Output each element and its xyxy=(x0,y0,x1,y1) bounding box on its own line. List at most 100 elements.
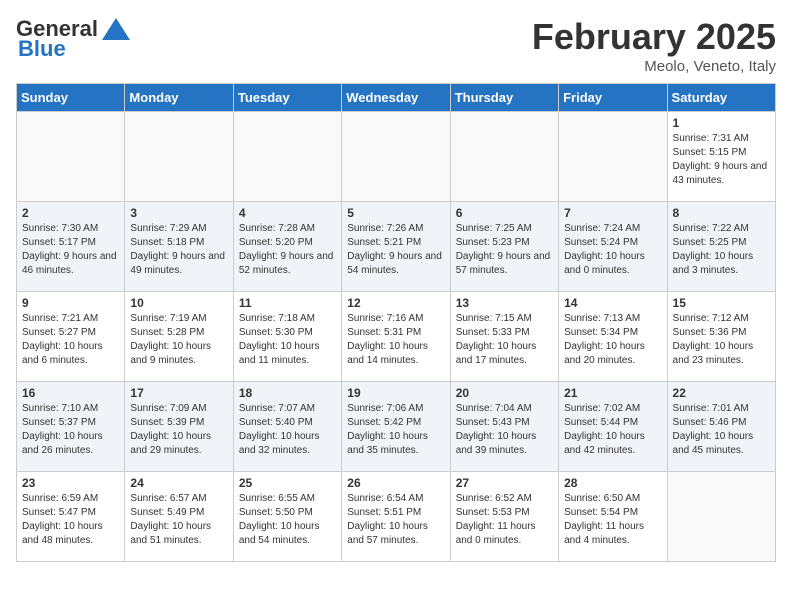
day-info: Sunrise: 7:07 AM Sunset: 5:40 PM Dayligh… xyxy=(239,402,336,458)
day-info: Sunrise: 7:12 AM Sunset: 5:36 PM Dayligh… xyxy=(673,312,770,368)
day-number: 23 xyxy=(22,476,119,490)
day-number: 26 xyxy=(347,476,444,490)
calendar-day-cell: 24 Sunrise: 6:57 AM Sunset: 5:49 PM Dayli… xyxy=(125,472,233,562)
calendar-day-header: Thursday xyxy=(450,84,558,112)
calendar-day-header: Tuesday xyxy=(233,84,341,112)
calendar-week-row: 2 Sunrise: 7:30 AM Sunset: 5:17 PM Daylig… xyxy=(17,202,776,292)
calendar-day-cell: 26 Sunrise: 6:54 AM Sunset: 5:51 PM Dayli… xyxy=(342,472,450,562)
day-number: 2 xyxy=(22,206,119,220)
calendar-day-cell: 8Sunrise: 7:22 AM Sunset: 5:25 PM Daylig… xyxy=(667,202,775,292)
calendar-day-cell xyxy=(233,112,341,202)
day-number: 9 xyxy=(22,296,119,310)
day-info: Sunrise: 7:13 AM Sunset: 5:34 PM Dayligh… xyxy=(564,312,661,368)
calendar-day-cell: 12 Sunrise: 7:16 AM Sunset: 5:31 PM Dayli… xyxy=(342,292,450,382)
day-number: 27 xyxy=(456,476,553,490)
calendar-day-cell xyxy=(667,472,775,562)
day-info: Sunrise: 7:26 AM Sunset: 5:21 PM Dayligh… xyxy=(347,222,444,278)
day-number: 11 xyxy=(239,296,336,310)
day-number: 25 xyxy=(239,476,336,490)
day-info: Sunrise: 7:29 AM Sunset: 5:18 PM Dayligh… xyxy=(130,222,227,278)
calendar-day-cell: 17 Sunrise: 7:09 AM Sunset: 5:39 PM Dayli… xyxy=(125,382,233,472)
day-number: 19 xyxy=(347,386,444,400)
day-info: Sunrise: 7:10 AM Sunset: 5:37 PM Dayligh… xyxy=(22,402,119,458)
calendar-header-row: SundayMondayTuesdayWednesdayThursdayFrid… xyxy=(17,84,776,112)
day-number: 7 xyxy=(564,206,661,220)
day-number: 6 xyxy=(456,206,553,220)
day-number: 13 xyxy=(456,296,553,310)
day-number: 21 xyxy=(564,386,661,400)
calendar-day-cell xyxy=(125,112,233,202)
calendar-day-cell: 7 Sunrise: 7:24 AM Sunset: 5:24 PM Daylig… xyxy=(559,202,667,292)
day-info: Sunrise: 7:24 AM Sunset: 5:24 PM Dayligh… xyxy=(564,222,661,278)
day-number: 16 xyxy=(22,386,119,400)
location: Meolo, Veneto, Italy xyxy=(532,58,776,75)
calendar-day-cell: 1 Sunrise: 7:31 AM Sunset: 5:15 PM Daylig… xyxy=(667,112,775,202)
calendar-day-cell: 28 Sunrise: 6:50 AM Sunset: 5:54 PM Dayli… xyxy=(559,472,667,562)
calendar-day-cell: 13 Sunrise: 7:15 AM Sunset: 5:33 PM Dayli… xyxy=(450,292,558,382)
day-number: 10 xyxy=(130,296,227,310)
day-info: Sunrise: 6:57 AM Sunset: 5:49 PM Dayligh… xyxy=(130,492,227,548)
calendar-day-cell: 25 Sunrise: 6:55 AM Sunset: 5:50 PM Dayli… xyxy=(233,472,341,562)
calendar-day-cell: 27 Sunrise: 6:52 AM Sunset: 5:53 PM Dayli… xyxy=(450,472,558,562)
calendar-week-row: 9 Sunrise: 7:21 AM Sunset: 5:27 PM Daylig… xyxy=(17,292,776,382)
day-info: Sunrise: 6:59 AM Sunset: 5:47 PM Dayligh… xyxy=(22,492,119,548)
calendar-day-cell xyxy=(17,112,125,202)
logo-blue: Blue xyxy=(16,36,66,62)
day-info: Sunrise: 7:19 AM Sunset: 5:28 PM Dayligh… xyxy=(130,312,227,368)
calendar-day-cell: 6Sunrise: 7:25 AM Sunset: 5:23 PM Daylig… xyxy=(450,202,558,292)
calendar-day-cell: 11 Sunrise: 7:18 AM Sunset: 5:30 PM Dayli… xyxy=(233,292,341,382)
month-title: February 2025 xyxy=(532,16,776,58)
day-info: Sunrise: 7:02 AM Sunset: 5:44 PM Dayligh… xyxy=(564,402,661,458)
day-info: Sunrise: 7:09 AM Sunset: 5:39 PM Dayligh… xyxy=(130,402,227,458)
day-number: 28 xyxy=(564,476,661,490)
day-number: 17 xyxy=(130,386,227,400)
day-number: 15 xyxy=(673,296,770,310)
calendar-day-cell xyxy=(450,112,558,202)
day-number: 20 xyxy=(456,386,553,400)
calendar-day-cell: 22 Sunrise: 7:01 AM Sunset: 5:46 PM Dayli… xyxy=(667,382,775,472)
calendar-day-header: Friday xyxy=(559,84,667,112)
calendar-table: SundayMondayTuesdayWednesdayThursdayFrid… xyxy=(16,83,776,562)
day-info: Sunrise: 7:16 AM Sunset: 5:31 PM Dayligh… xyxy=(347,312,444,368)
day-info: Sunrise: 7:15 AM Sunset: 5:33 PM Dayligh… xyxy=(456,312,553,368)
day-info: Sunrise: 7:01 AM Sunset: 5:46 PM Dayligh… xyxy=(673,402,770,458)
day-info: Sunrise: 6:50 AM Sunset: 5:54 PM Dayligh… xyxy=(564,492,661,548)
calendar-day-cell xyxy=(559,112,667,202)
day-number: 24 xyxy=(130,476,227,490)
day-number: 8 xyxy=(673,206,770,220)
day-number: 5 xyxy=(347,206,444,220)
day-info: Sunrise: 7:28 AM Sunset: 5:20 PM Dayligh… xyxy=(239,222,336,278)
calendar-day-cell: 23 Sunrise: 6:59 AM Sunset: 5:47 PM Dayli… xyxy=(17,472,125,562)
day-number: 1 xyxy=(673,116,770,130)
day-number: 18 xyxy=(239,386,336,400)
calendar-day-cell: 16 Sunrise: 7:10 AM Sunset: 5:37 PM Dayli… xyxy=(17,382,125,472)
calendar-day-header: Saturday xyxy=(667,84,775,112)
day-number: 14 xyxy=(564,296,661,310)
calendar-day-cell: 4Sunrise: 7:28 AM Sunset: 5:20 PM Daylig… xyxy=(233,202,341,292)
calendar-day-header: Sunday xyxy=(17,84,125,112)
calendar-week-row: 1 Sunrise: 7:31 AM Sunset: 5:15 PM Daylig… xyxy=(17,112,776,202)
calendar-day-cell: 9 Sunrise: 7:21 AM Sunset: 5:27 PM Daylig… xyxy=(17,292,125,382)
day-info: Sunrise: 6:54 AM Sunset: 5:51 PM Dayligh… xyxy=(347,492,444,548)
calendar-day-cell: 19Sunrise: 7:06 AM Sunset: 5:42 PM Dayli… xyxy=(342,382,450,472)
calendar-day-cell: 5 Sunrise: 7:26 AM Sunset: 5:21 PM Daylig… xyxy=(342,202,450,292)
calendar-day-header: Wednesday xyxy=(342,84,450,112)
calendar-week-row: 23 Sunrise: 6:59 AM Sunset: 5:47 PM Dayli… xyxy=(17,472,776,562)
day-info: Sunrise: 6:52 AM Sunset: 5:53 PM Dayligh… xyxy=(456,492,553,548)
day-info: Sunrise: 7:21 AM Sunset: 5:27 PM Dayligh… xyxy=(22,312,119,368)
day-number: 22 xyxy=(673,386,770,400)
day-info: Sunrise: 6:55 AM Sunset: 5:50 PM Dayligh… xyxy=(239,492,336,548)
day-info: Sunrise: 7:30 AM Sunset: 5:17 PM Dayligh… xyxy=(22,222,119,278)
calendar-day-cell: 20Sunrise: 7:04 AM Sunset: 5:43 PM Dayli… xyxy=(450,382,558,472)
page-header: General Blue February 2025 Meolo, Veneto… xyxy=(16,16,776,75)
day-number: 12 xyxy=(347,296,444,310)
calendar-day-cell: 18 Sunrise: 7:07 AM Sunset: 5:40 PM Dayli… xyxy=(233,382,341,472)
calendar-day-cell: 15 Sunrise: 7:12 AM Sunset: 5:36 PM Dayli… xyxy=(667,292,775,382)
calendar-week-row: 16 Sunrise: 7:10 AM Sunset: 5:37 PM Dayli… xyxy=(17,382,776,472)
calendar-day-cell: 21 Sunrise: 7:02 AM Sunset: 5:44 PM Dayli… xyxy=(559,382,667,472)
day-info: Sunrise: 7:31 AM Sunset: 5:15 PM Dayligh… xyxy=(673,132,770,188)
day-info: Sunrise: 7:18 AM Sunset: 5:30 PM Dayligh… xyxy=(239,312,336,368)
day-number: 3 xyxy=(130,206,227,220)
calendar-day-cell: 3 Sunrise: 7:29 AM Sunset: 5:18 PM Daylig… xyxy=(125,202,233,292)
calendar-day-cell: 10 Sunrise: 7:19 AM Sunset: 5:28 PM Dayli… xyxy=(125,292,233,382)
